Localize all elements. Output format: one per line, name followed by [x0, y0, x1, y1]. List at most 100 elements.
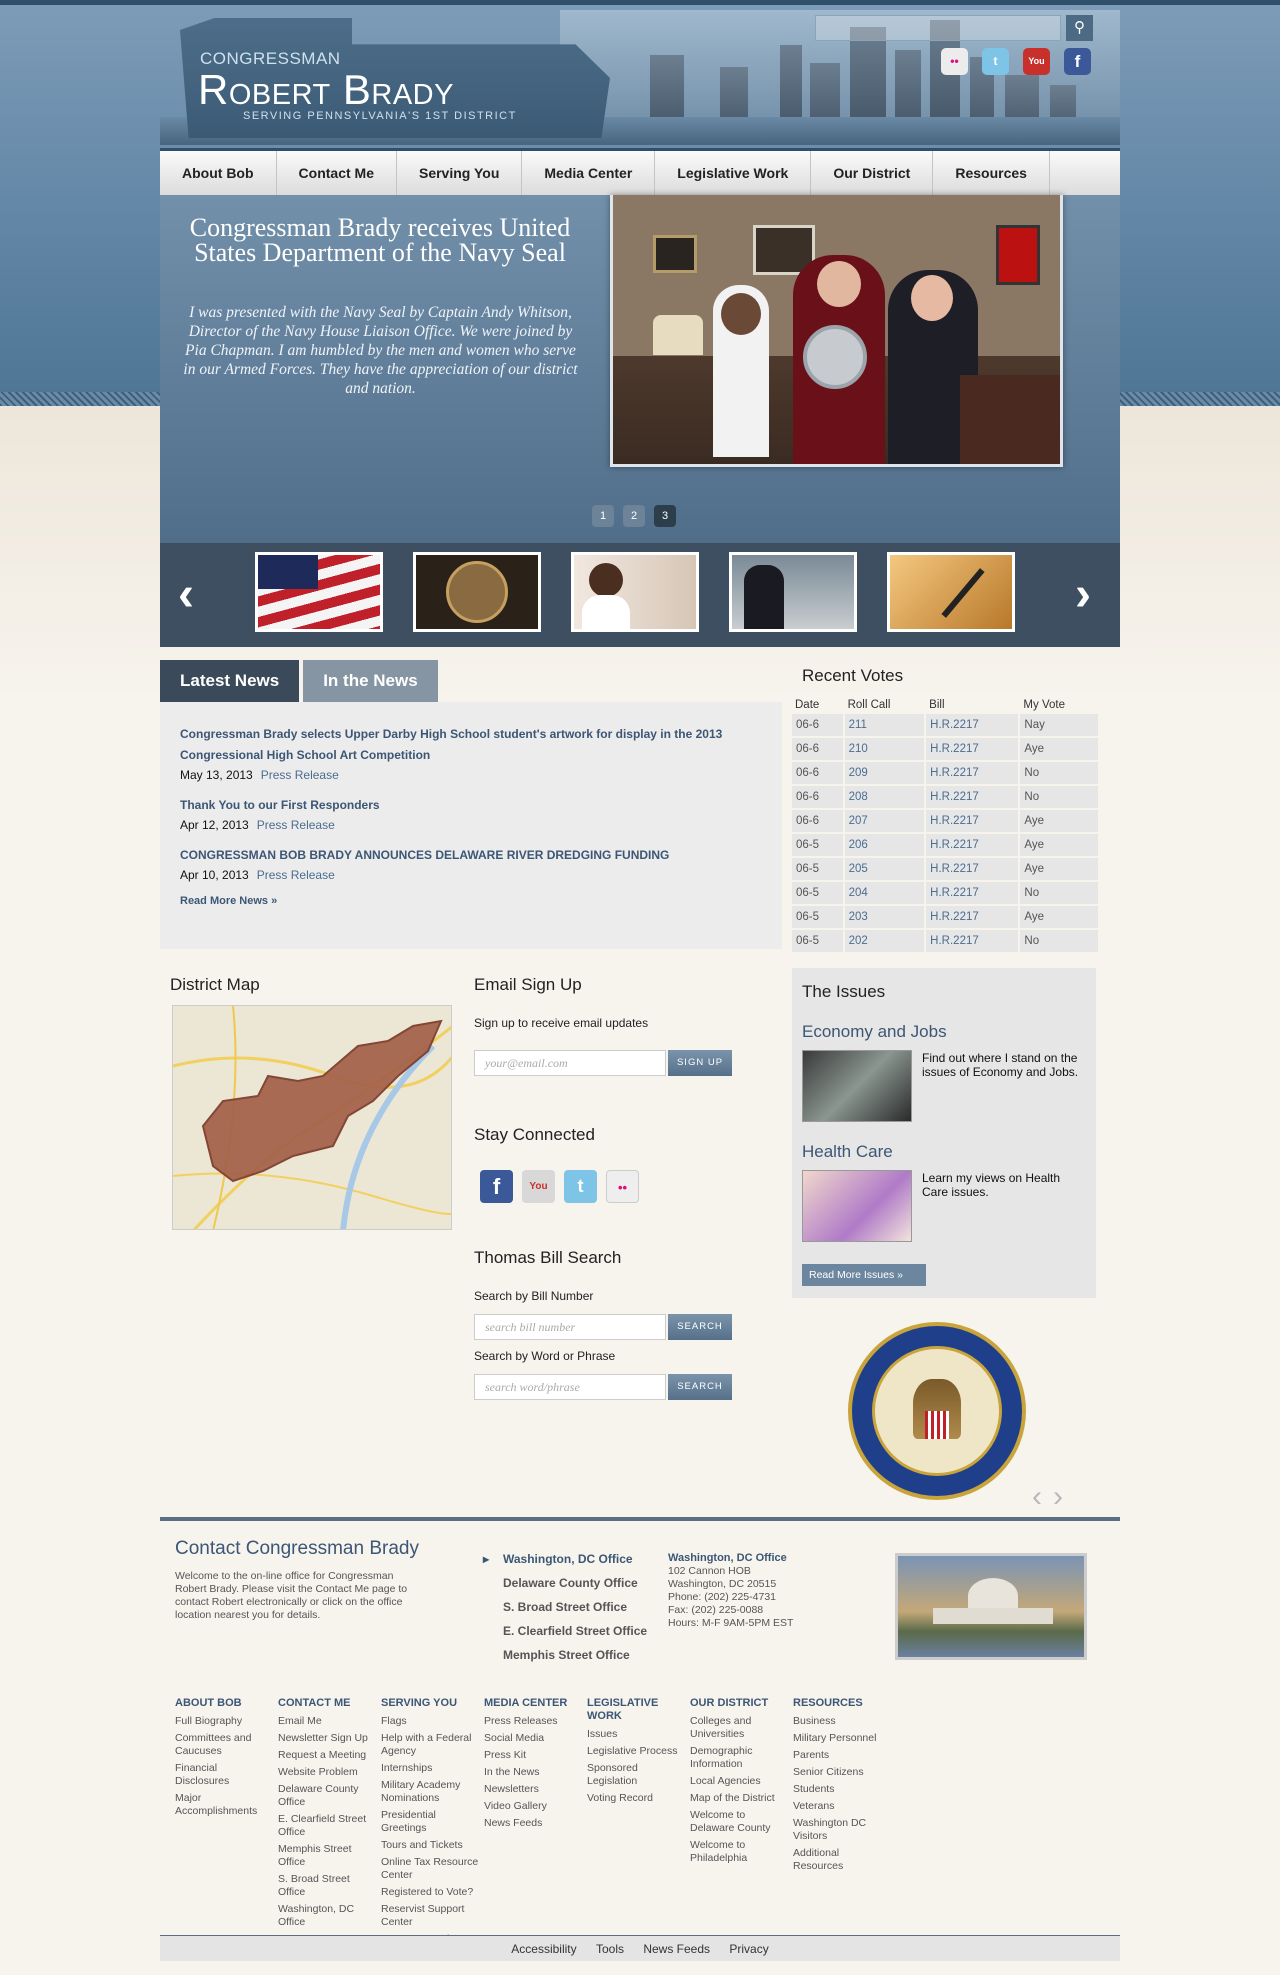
flickr-icon[interactable]: ••	[606, 1170, 639, 1203]
vote-roll-call[interactable]: 204	[844, 882, 925, 904]
footer-link[interactable]: Tours and Tickets	[381, 1839, 479, 1852]
facebook-icon[interactable]: f	[1064, 48, 1091, 75]
district-map-image[interactable]	[172, 1005, 452, 1230]
chevron-right-icon[interactable]: ›	[1053, 1480, 1063, 1514]
footer-column-heading[interactable]: CONTACT ME	[278, 1697, 376, 1710]
office-memphis[interactable]: Memphis Street Office	[493, 1648, 647, 1672]
vote-bill[interactable]: H.R.2217	[926, 882, 1019, 904]
logo-title-name[interactable]: Robert Brady	[198, 66, 454, 114]
footer-link[interactable]: Delaware County Office	[278, 1783, 376, 1809]
office-delaware[interactable]: Delaware County Office	[493, 1576, 647, 1600]
footer-link[interactable]: Help with a Federal Agency	[381, 1732, 479, 1758]
office-washington[interactable]: ▸ Washington, DC Office	[483, 1552, 647, 1576]
footer-link[interactable]: Voting Record	[587, 1792, 685, 1805]
nav-our-district[interactable]: Our District	[811, 151, 934, 195]
email-input[interactable]: your@email.com	[474, 1050, 666, 1076]
footer-link[interactable]: Press Releases	[484, 1715, 582, 1728]
health-care-image[interactable]	[802, 1170, 912, 1242]
footer-link[interactable]: Map of the District	[690, 1792, 790, 1805]
vote-roll-call[interactable]: 202	[844, 930, 925, 952]
footer-link[interactable]: Colleges and Universities	[690, 1715, 790, 1741]
footer-link[interactable]: Issues	[587, 1728, 685, 1741]
vote-bill[interactable]: H.R.2217	[926, 906, 1019, 928]
footer-link[interactable]: Memphis Street Office	[278, 1843, 376, 1869]
search-icon[interactable]: ⚲	[1066, 15, 1093, 41]
vote-roll-call[interactable]: 210	[844, 738, 925, 760]
accessibility-link[interactable]: Accessibility	[511, 1942, 576, 1956]
footer-link[interactable]: Major Accomplishments	[175, 1792, 273, 1818]
office-s-broad[interactable]: S. Broad Street Office	[493, 1600, 647, 1624]
footer-link[interactable]: Website Problem	[278, 1766, 376, 1779]
footer-column-heading[interactable]: RESOURCES	[793, 1697, 891, 1710]
facebook-icon[interactable]: f	[480, 1170, 513, 1203]
issue-economy-title[interactable]: Economy and Jobs	[802, 1022, 947, 1042]
vote-bill[interactable]: H.R.2217	[926, 834, 1019, 856]
vote-roll-call[interactable]: 209	[844, 762, 925, 784]
news-item-title[interactable]: Thank You to our First Responders	[180, 795, 762, 816]
flickr-icon[interactable]: ••	[941, 48, 968, 75]
footer-link[interactable]: Reservist Support Center	[381, 1903, 479, 1929]
news-type-link[interactable]: Press Release	[261, 768, 339, 782]
chevron-left-icon[interactable]: ‹	[178, 565, 194, 625]
slide-dot-1[interactable]: 1	[592, 505, 614, 527]
footer-link[interactable]: Senior Citizens	[793, 1766, 891, 1779]
footer-link[interactable]: Newsletter Sign Up	[278, 1732, 376, 1745]
footer-column-heading[interactable]: OUR DISTRICT	[690, 1697, 790, 1710]
footer-link[interactable]: Video Gallery	[484, 1800, 582, 1813]
office-e-clearfield[interactable]: E. Clearfield Street Office	[493, 1624, 647, 1648]
vote-bill[interactable]: H.R.2217	[926, 810, 1019, 832]
seal-thumbnail[interactable]	[413, 552, 541, 632]
footer-link[interactable]: Flags	[381, 1715, 479, 1728]
vote-bill[interactable]: H.R.2217	[926, 762, 1019, 784]
footer-link[interactable]: Military Personnel	[793, 1732, 891, 1745]
footer-link[interactable]: Financial Disclosures	[175, 1762, 273, 1788]
footer-link[interactable]: Local Agencies	[690, 1775, 790, 1788]
nav-serving-you[interactable]: Serving You	[397, 151, 523, 195]
twitter-icon[interactable]: t	[564, 1170, 597, 1203]
soldier-thumbnail[interactable]	[729, 552, 857, 632]
slide-dot-3[interactable]: 3	[654, 505, 676, 527]
footer-link[interactable]: Washington DC Visitors	[793, 1817, 891, 1843]
vote-roll-call[interactable]: 206	[844, 834, 925, 856]
footer-link[interactable]: Press Kit	[484, 1749, 582, 1762]
footer-link[interactable]: Welcome to Delaware County	[690, 1809, 790, 1835]
privacy-link[interactable]: Privacy	[729, 1942, 768, 1956]
footer-link[interactable]: Veterans	[793, 1800, 891, 1813]
footer-link[interactable]: Military Academy Nominations	[381, 1779, 479, 1805]
twitter-icon[interactable]: t	[982, 48, 1009, 75]
nav-legislative-work[interactable]: Legislative Work	[655, 151, 812, 195]
footer-link[interactable]: Request a Meeting	[278, 1749, 376, 1762]
vote-bill[interactable]: H.R.2217	[926, 858, 1019, 880]
vote-roll-call[interactable]: 208	[844, 786, 925, 808]
feature-photo[interactable]	[610, 195, 1063, 467]
news-item-title[interactable]: CONGRESSMAN BOB BRADY ANNOUNCES DELAWARE…	[180, 845, 762, 866]
youtube-icon[interactable]: You	[522, 1170, 555, 1203]
youtube-icon[interactable]: You	[1023, 48, 1050, 75]
footer-link[interactable]: Business	[793, 1715, 891, 1728]
vote-roll-call[interactable]: 203	[844, 906, 925, 928]
footer-link[interactable]: News Feeds	[484, 1817, 582, 1830]
footer-link[interactable]: E. Clearfield Street Office	[278, 1813, 376, 1839]
bill-number-search-button[interactable]: SEARCH	[668, 1314, 732, 1340]
footer-column-heading[interactable]: ABOUT BOB	[175, 1697, 273, 1710]
nav-contact-me[interactable]: Contact Me	[277, 151, 397, 195]
vote-bill[interactable]: H.R.2217	[926, 714, 1019, 736]
read-more-news-link[interactable]: Read More News »	[180, 895, 762, 907]
pen-document-thumbnail[interactable]	[887, 552, 1015, 632]
footer-column-heading[interactable]: SERVING YOU	[381, 1697, 479, 1710]
nav-resources[interactable]: Resources	[933, 151, 1050, 195]
footer-link[interactable]: Students	[793, 1783, 891, 1796]
footer-link[interactable]: Social Media	[484, 1732, 582, 1745]
news-item-title[interactable]: Congressman Brady selects Upper Darby Hi…	[180, 724, 762, 766]
footer-link[interactable]: Internships	[381, 1762, 479, 1775]
footer-column-heading[interactable]: LEGISLATIVE WORK	[587, 1697, 685, 1723]
site-search-input[interactable]	[815, 15, 1061, 41]
footer-link[interactable]: Presidential Greetings	[381, 1809, 479, 1835]
house-seal-logo[interactable]	[848, 1322, 1026, 1500]
vote-roll-call[interactable]: 205	[844, 858, 925, 880]
word-phrase-input[interactable]: search word/phrase	[474, 1374, 666, 1400]
read-more-issues-button[interactable]: Read More Issues »	[802, 1264, 926, 1286]
nav-media-center[interactable]: Media Center	[522, 151, 656, 195]
footer-link[interactable]: Welcome to Philadelphia	[690, 1839, 790, 1865]
flag-thumbnail[interactable]	[255, 552, 383, 632]
